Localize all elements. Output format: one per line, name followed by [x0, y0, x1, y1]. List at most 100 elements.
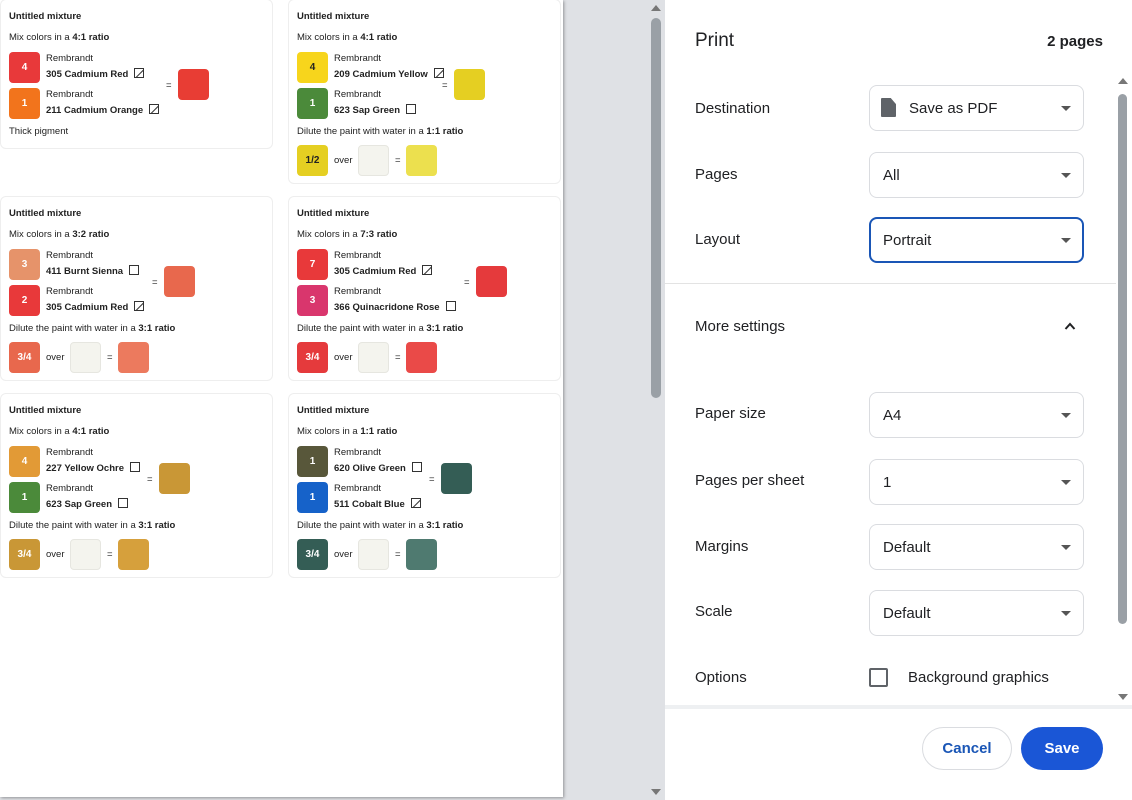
pages-value: All: [883, 167, 900, 184]
paint-name: 227 Yellow Ochre: [46, 462, 140, 474]
over-text: over: [334, 549, 353, 560]
result-swatch: [178, 69, 209, 100]
pages-select[interactable]: All: [869, 152, 1084, 198]
print-dialog: Print 2 pages Destination Save as PDF Pa…: [665, 0, 1132, 800]
margins-value: Default: [883, 539, 931, 556]
mix-ratio-text: Mix colors in a 4:1 ratio: [297, 32, 398, 43]
diluted-swatch: [118, 342, 149, 373]
water-swatch: [70, 539, 101, 570]
layout-select[interactable]: Portrait: [869, 217, 1084, 263]
diluted-swatch: [118, 539, 149, 570]
preview-scrollbar-thumb[interactable]: [651, 18, 661, 398]
chevron-down-icon: [1061, 413, 1071, 418]
scroll-up-icon[interactable]: [1118, 78, 1128, 84]
over-text: over: [46, 549, 65, 560]
paint-brand: Rembrandt: [46, 53, 93, 64]
paint-name: 623 Sap Green: [46, 498, 129, 510]
mixture-card: Untitled mixture Mix colors in a 3:2 rati…: [0, 196, 273, 381]
fraction-swatch: 3/4: [9, 342, 40, 373]
paint-name: 366 Quinacridone Rose: [334, 301, 456, 313]
equals-sign: =: [107, 352, 113, 363]
dilute-text: Dilute the paint with water in a 1:1 rat…: [297, 126, 464, 137]
diluted-swatch: [406, 145, 437, 176]
equals-sign: =: [395, 352, 401, 363]
paint-brand: Rembrandt: [334, 89, 381, 100]
dilute-text: Dilute the paint with water in a 3:1 rat…: [9, 520, 176, 531]
destination-select[interactable]: Save as PDF: [869, 85, 1084, 131]
chevron-up-icon[interactable]: [1064, 320, 1076, 332]
scale-select[interactable]: Default: [869, 590, 1084, 636]
footer-divider: [665, 705, 1132, 709]
paint-count-swatch: 1: [297, 88, 328, 119]
dilute-text: Dilute the paint with water in a 3:1 rat…: [297, 323, 464, 334]
document-icon: [881, 98, 896, 117]
cancel-button[interactable]: Cancel: [922, 727, 1012, 770]
options-label: Options: [695, 669, 747, 686]
scroll-down-icon[interactable]: [1118, 694, 1128, 700]
over-text: over: [46, 352, 65, 363]
paint-name: 305 Cadmium Red: [46, 301, 145, 313]
mixture-card: Untitled mixture Mix colors in a 1:1 rati…: [288, 393, 561, 578]
preview-page: Untitled mixture Mix colors in a 4:1 rati…: [0, 0, 563, 797]
empty-box-icon: [411, 462, 422, 472]
equals-sign: =: [395, 549, 401, 560]
water-swatch: [358, 342, 389, 373]
destination-value: Save as PDF: [909, 100, 998, 117]
paint-count-swatch: 2: [9, 285, 40, 316]
diluted-swatch: [406, 342, 437, 373]
half-filled-box-icon: [134, 68, 145, 78]
empty-box-icon: [406, 104, 417, 114]
chevron-down-icon: [1061, 611, 1071, 616]
result-swatch: [454, 69, 485, 100]
fraction-swatch: 3/4: [297, 342, 328, 373]
layout-label: Layout: [695, 231, 741, 248]
settings-scrollbar[interactable]: [1115, 76, 1132, 704]
fraction-swatch: 3/4: [9, 539, 40, 570]
paint-brand: Rembrandt: [46, 250, 93, 261]
paint-count-swatch: 1: [297, 482, 328, 513]
paper-size-select[interactable]: A4: [869, 392, 1084, 438]
paint-brand: Rembrandt: [334, 53, 381, 64]
settings-scrollbar-thumb[interactable]: [1118, 94, 1127, 624]
result-swatch: [159, 463, 190, 494]
scroll-up-icon[interactable]: [651, 5, 661, 11]
equals-sign: =: [152, 277, 158, 288]
equals-sign: =: [166, 80, 172, 91]
mixture-title: Untitled mixture: [297, 11, 370, 22]
equals-sign: =: [147, 474, 153, 485]
empty-box-icon: [129, 265, 140, 275]
margins-select[interactable]: Default: [869, 524, 1084, 570]
mixture-title: Untitled mixture: [9, 208, 82, 219]
paint-count-swatch: 3: [9, 249, 40, 280]
paint-brand: Rembrandt: [46, 89, 93, 100]
paint-brand: Rembrandt: [46, 447, 93, 458]
destination-label: Destination: [695, 100, 771, 117]
chevron-down-icon: [1061, 480, 1071, 485]
paint-brand: Rembrandt: [46, 286, 93, 297]
mixture-title: Untitled mixture: [9, 405, 82, 416]
paint-brand: Rembrandt: [46, 483, 93, 494]
mixture-title: Untitled mixture: [297, 405, 370, 416]
paint-count-swatch: 4: [9, 52, 40, 83]
chevron-down-icon: [1061, 173, 1071, 178]
paper-size-label: Paper size: [695, 405, 766, 422]
save-button[interactable]: Save: [1021, 727, 1103, 770]
half-filled-box-icon: [433, 68, 444, 78]
paint-name: 623 Sap Green: [334, 104, 417, 116]
equals-sign: =: [395, 155, 401, 166]
background-graphics-label[interactable]: Background graphics: [908, 669, 1049, 686]
paint-name: 620 Olive Green: [334, 462, 422, 474]
mixture-title: Untitled mixture: [9, 11, 82, 22]
paint-count-swatch: 7: [297, 249, 328, 280]
scroll-down-icon[interactable]: [651, 789, 661, 795]
paint-name: 211 Cadmium Orange: [46, 104, 160, 116]
paint-count-swatch: 3: [297, 285, 328, 316]
paint-count-swatch: 1: [9, 482, 40, 513]
background-graphics-checkbox[interactable]: [869, 668, 888, 687]
empty-box-icon: [129, 462, 140, 472]
pages-per-sheet-select[interactable]: 1: [869, 459, 1084, 505]
preview-scrollbar[interactable]: [648, 0, 665, 800]
paint-name: 511 Cobalt Blue: [334, 498, 421, 510]
chevron-down-icon: [1061, 238, 1071, 243]
more-settings-toggle[interactable]: More settings: [695, 318, 785, 335]
